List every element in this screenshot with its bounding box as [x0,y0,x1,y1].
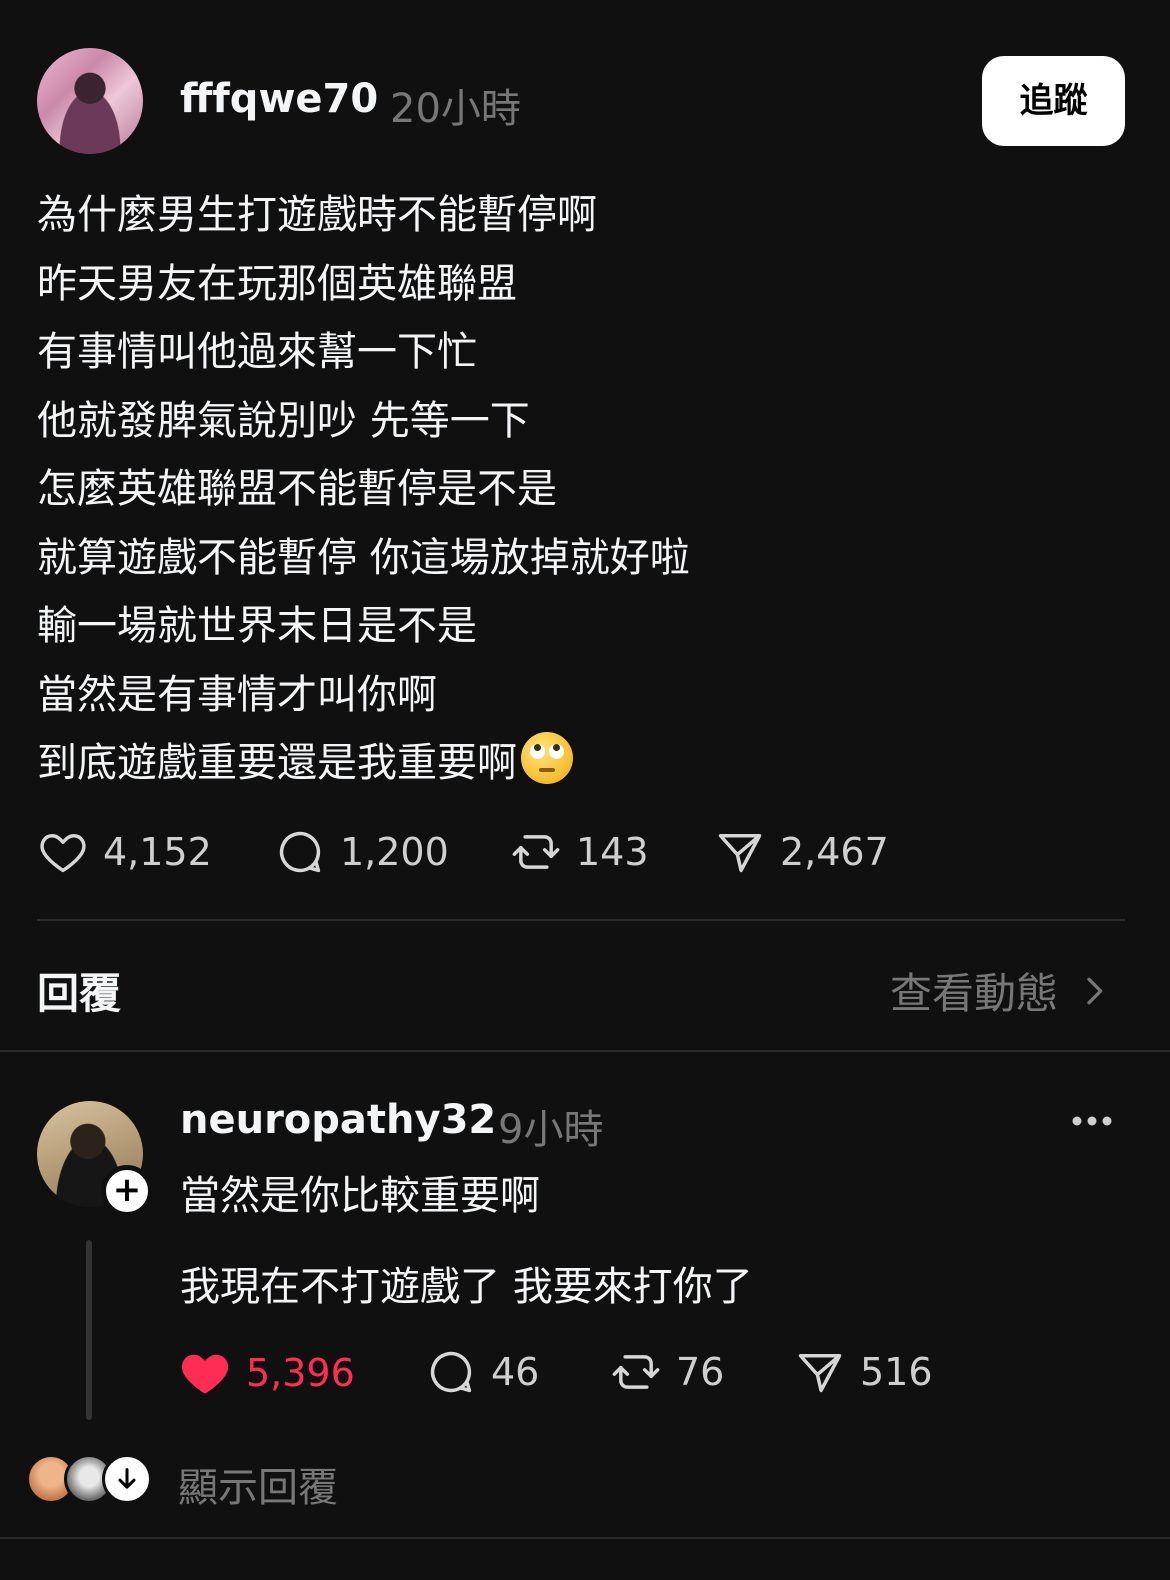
reply-like-button[interactable]: 5,396 [178,1346,355,1400]
post-line: 當然是有事情才叫你啊 [37,671,437,718]
post-timestamp: 20小時 [390,86,521,132]
reply-share-count: 516 [860,1350,933,1394]
post-line: 為什麼男生打遊戲時不能暫停啊 [37,192,597,238]
arrow-down-icon [118,1468,136,1489]
thread-line [86,1240,92,1420]
post-line: 怎麼英雄聯盟不能暫停是不是 [37,466,557,512]
author-username[interactable]: fffqwe70 [180,76,378,122]
reply-like-count: 5,396 [246,1351,355,1395]
repost-count: 143 [576,830,649,874]
replies-title: 回覆 [37,969,122,1018]
reply-share-button[interactable]: 516 [794,1346,933,1398]
post-body: 為什麼男生打遊戲時不能暫停啊 昨天男友在玩那個英雄聯盟 有事情叫他過來幫一下忙 … [37,181,690,798]
send-icon [718,834,762,873]
follow-plus-icon[interactable]: + [101,1165,153,1217]
bottom-divider [0,1537,1170,1539]
reply-repost-count: 76 [676,1350,725,1394]
share-button[interactable]: 2,467 [714,826,889,878]
post-last-line: 到底遊戲重要還是我重要啊 [37,729,690,798]
post-line: 他就發脾氣說別吵 先等一下 [37,397,530,444]
heart-filled-icon [181,1354,229,1394]
like-button[interactable]: 4,152 [37,826,212,878]
reply-username[interactable]: neuropathy32 [180,1097,496,1143]
more-options-icon[interactable] [1071,1108,1113,1134]
reply-timestamp: 9小時 [498,1107,604,1153]
like-count: 4,152 [103,830,212,874]
chevron-right-icon [1087,977,1103,1004]
post-line: 昨天男友在玩那個英雄聯盟 [37,260,517,307]
comment-bubble-icon [279,831,321,873]
rolling-eyes-emoji-icon [521,732,573,784]
heart-icon [40,834,86,873]
post-line-text: 到底遊戲重要還是我重要啊 [37,740,517,786]
send-icon [798,1354,842,1393]
expand-replies-button[interactable] [102,1454,152,1504]
post-line: 有事情叫他過來幫一下忙 [37,329,477,375]
show-replies-link[interactable]: 顯示回覆 [178,1455,338,1513]
divider [37,919,1125,921]
view-activity-label: 查看動態 [890,969,1059,1018]
repost-button[interactable]: 143 [510,826,649,878]
reply-repost-button[interactable]: 76 [610,1346,724,1398]
reply-text-line-2: 我現在不打遊戲了 我要來打你了 [180,1264,753,1310]
repost-icon [612,1355,660,1389]
comment-bubble-icon [430,1351,472,1393]
section-divider [0,1050,1170,1052]
reply-comment-count: 46 [491,1350,540,1394]
author-avatar[interactable] [37,48,143,154]
repost-icon [512,835,560,869]
follow-button[interactable]: 追蹤 [982,56,1125,146]
comment-button[interactable]: 1,200 [274,826,449,878]
post-line: 就算遊戲不能暫停 你這場放掉就好啦 [37,534,690,581]
comment-count: 1,200 [340,830,449,874]
reply-comment-button[interactable]: 46 [425,1346,539,1398]
reply-text-line-1: 當然是你比較重要啊 [180,1173,540,1219]
share-count: 2,467 [780,830,889,874]
view-activity-link[interactable]: 查看動態 [890,960,1114,1021]
post-line: 輸一場就世界末日是不是 [37,603,477,649]
